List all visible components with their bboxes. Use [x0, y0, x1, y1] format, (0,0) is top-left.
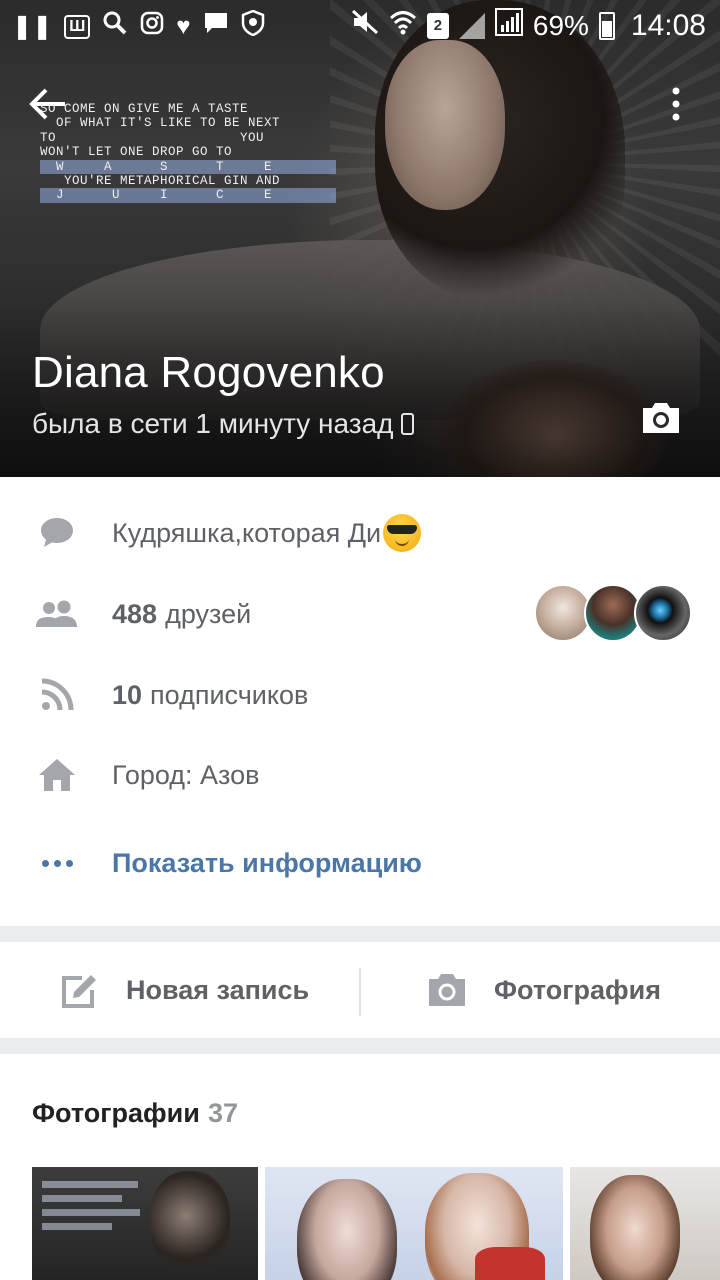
- camera-icon[interactable]: [640, 400, 682, 436]
- sunglasses-emoji-icon: [383, 514, 422, 552]
- mobile-phone-icon: [401, 413, 415, 435]
- sim-slot-icon: 2: [426, 13, 449, 39]
- friends-label: друзей: [165, 598, 252, 629]
- photos-title[interactable]: Фотографии: [32, 1098, 200, 1129]
- signal-sim1-icon: [458, 13, 485, 39]
- speech-bubble-icon: [34, 513, 80, 553]
- show-info-link[interactable]: Показать информацию: [112, 848, 422, 879]
- chat-icon: [203, 11, 229, 42]
- instagram-icon: [140, 11, 164, 42]
- photos-section: Фотографии 37: [0, 1054, 720, 1280]
- lyric-line: W A S T E: [40, 159, 336, 175]
- followers-label: подписчиков: [150, 679, 309, 710]
- status-bar-notifications: ❚❚ Ш ♥: [12, 9, 265, 43]
- battery-percent: 69%: [532, 10, 589, 41]
- ellipsis-icon: [34, 843, 80, 883]
- edit-icon: [62, 975, 96, 1008]
- lyric-line: WON'T LET ONE DROP GO TO: [40, 145, 233, 160]
- actions-divider: [359, 968, 361, 1016]
- profile-info-card: Кудряшка,которая Ди 488 друзей 10 подпис…: [0, 477, 720, 926]
- wifi-icon: [389, 9, 417, 43]
- photo-thumbnail[interactable]: [32, 1167, 258, 1280]
- heart-icon: ♥: [176, 12, 191, 40]
- home-icon: [34, 755, 80, 795]
- followers-count: 10: [112, 679, 143, 710]
- profile-cover[interactable]: SO COME ON GIVE ME A TASTE OF WHAT IT'S …: [0, 0, 720, 477]
- mute-icon: [351, 9, 379, 43]
- signal-icon: [494, 8, 523, 44]
- new-post-button[interactable]: Новая запись: [58, 942, 309, 1038]
- camera-icon: [429, 974, 465, 1006]
- city-row: Город: Азов: [0, 745, 720, 805]
- add-photo-button[interactable]: Фотография: [426, 942, 661, 1038]
- cover-lyrics: SO COME ON GIVE ME A TASTE OF WHAT IT'S …: [40, 102, 336, 203]
- status-bar-system: 2 69% 14:08: [351, 8, 706, 44]
- profile-name: Diana Rogovenko: [32, 348, 385, 397]
- status-row[interactable]: Кудряшка,которая Ди: [0, 503, 720, 563]
- photos-count: 37: [208, 1098, 239, 1128]
- search-icon: [102, 10, 128, 43]
- more-vertical-icon[interactable]: [666, 86, 686, 126]
- lyric-line: J U I C E: [40, 188, 336, 203]
- rss-feed-icon: [34, 675, 80, 715]
- status-bar: ❚❚ Ш ♥ 2 69% 14:08: [0, 0, 720, 48]
- shield-icon: [241, 9, 265, 43]
- lyric-line: TO YOU: [40, 130, 265, 145]
- app-w-icon: Ш: [64, 14, 91, 39]
- new-post-label: Новая запись: [126, 974, 310, 1005]
- online-status: была в сети 1 минуту назад: [32, 408, 415, 440]
- cover-photo-face: [385, 40, 505, 210]
- lyric-line: OF WHAT IT'S LIKE TO BE NEXT: [40, 116, 281, 131]
- avatar[interactable]: [634, 584, 692, 642]
- photo-label: Фотография: [494, 974, 661, 1005]
- followers-row[interactable]: 10 подписчиков: [0, 665, 720, 725]
- status-text: Кудряшка,которая Ди: [112, 517, 382, 548]
- online-status-text: была в сети 1 минуту назад: [32, 408, 394, 439]
- lyric-line: SO COME ON GIVE ME A TASTE: [40, 102, 249, 116]
- pause-icon: ❚❚: [12, 12, 53, 40]
- photo-thumbnail[interactable]: [570, 1167, 720, 1280]
- friends-icon: [34, 594, 80, 634]
- friends-count: 488: [112, 598, 158, 629]
- photo-thumbnail[interactable]: [265, 1167, 563, 1280]
- lyric-line: YOU'RE METAPHORICAL GIN AND: [40, 174, 281, 189]
- post-actions-bar: Новая запись Фотография: [0, 942, 720, 1038]
- back-arrow-icon[interactable]: [28, 86, 68, 122]
- friends-avatars[interactable]: [534, 584, 694, 642]
- show-info-row[interactable]: Показать информацию: [0, 833, 720, 893]
- clock: 14:08: [630, 9, 706, 42]
- battery-icon: [598, 12, 615, 40]
- city-text: Город: Азов: [112, 759, 260, 790]
